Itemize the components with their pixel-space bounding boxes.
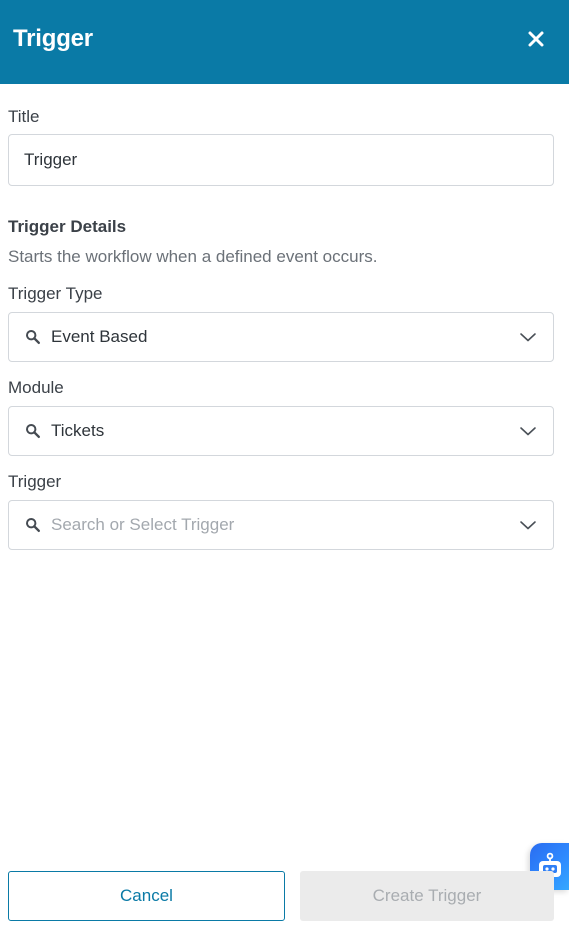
chevron-down-icon [520,521,536,530]
chevron-down-icon [520,333,536,342]
search-icon [26,424,40,438]
close-icon [528,31,544,47]
trigger-type-value: Event Based [51,327,148,346]
trigger-details-heading: Trigger Details [8,217,127,236]
create-trigger-button[interactable]: Create Trigger [300,871,554,921]
trigger-type-label: Trigger Type [8,284,103,303]
module-label: Module [8,378,64,397]
module-value: Tickets [51,421,105,440]
panel-title: Trigger [13,25,93,52]
cancel-button[interactable]: Cancel [8,871,285,921]
trigger-details-description: Starts the workflow when a defined event… [8,247,378,266]
search-icon [26,518,40,532]
trigger-label: Trigger [8,472,62,491]
title-label: Title [8,107,40,126]
title-input[interactable] [8,134,554,186]
chevron-down-icon [520,427,536,436]
module-select[interactable]: Tickets [8,406,554,456]
trigger-type-select[interactable]: Event Based [8,312,554,362]
panel-header: Trigger [0,0,569,84]
trigger-placeholder: Search or Select Trigger [51,515,235,534]
search-icon [26,330,40,344]
trigger-select[interactable]: Search or Select Trigger [8,500,554,550]
close-button[interactable] [525,28,547,50]
